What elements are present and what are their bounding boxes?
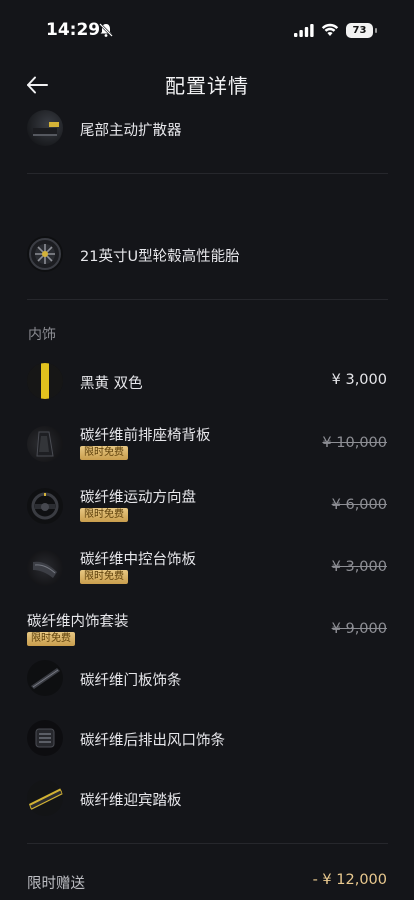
item-label: 21英寸U型轮毂高性能胎 bbox=[80, 249, 240, 265]
list-item-carbon-door-trim[interactable]: 碳纤维门板饰条 bbox=[0, 654, 414, 704]
list-item-carbon-seat-back[interactable]: 碳纤维前排座椅背板 限时免费 ¥ 10,000 bbox=[0, 420, 414, 470]
item-label: 碳纤维后排出风口饰条 bbox=[80, 733, 225, 749]
package-label: 碳纤维内饰套装 bbox=[27, 614, 129, 630]
config-details-page: 14:29 73 配置详情 尾部主动扩散器 21英寸U型轮毂高性能胎 内饰 黑黄… bbox=[0, 0, 414, 900]
section-title-interior: 内饰 bbox=[28, 327, 56, 343]
divider bbox=[27, 843, 388, 844]
package-carbon-interior[interactable]: 碳纤维内饰套装 限时免费 ¥ 9,000 bbox=[0, 606, 414, 656]
steering-wheel-thumbnail bbox=[27, 488, 63, 524]
list-item-rear-diffuser[interactable]: 尾部主动扩散器 bbox=[0, 104, 414, 154]
page-title: 配置详情 bbox=[165, 74, 249, 98]
divider bbox=[27, 299, 388, 300]
limited-free-badge: 限时免费 bbox=[80, 570, 128, 584]
rear-diffuser-thumbnail bbox=[27, 110, 63, 146]
cellular-signal-icon bbox=[294, 24, 314, 37]
status-time: 14:29 bbox=[46, 20, 101, 40]
package-original-price: ¥ 9,000 bbox=[331, 621, 387, 637]
item-label: 碳纤维中控台饰板 bbox=[80, 552, 196, 568]
limited-gift-label: 限时赠送 bbox=[27, 876, 85, 892]
battery-icon: 73 bbox=[346, 23, 373, 38]
rear-vent-thumbnail bbox=[27, 720, 63, 756]
item-label: 黑黄 双色 bbox=[80, 376, 143, 392]
list-item-carbon-steering-wheel[interactable]: 碳纤维运动方向盘 限时免费 ¥ 6,000 bbox=[0, 482, 414, 532]
item-label: 碳纤维前排座椅背板 bbox=[80, 428, 211, 444]
console-trim-thumbnail bbox=[27, 550, 63, 586]
list-item-carbon-console-trim[interactable]: 碳纤维中控台饰板 限时免费 ¥ 3,000 bbox=[0, 544, 414, 594]
item-original-price: ¥ 3,000 bbox=[331, 559, 387, 575]
limited-free-badge: 限时免费 bbox=[27, 632, 75, 646]
limited-gift-value: - ¥ 12,000 bbox=[312, 872, 387, 888]
list-item-black-yellow[interactable]: 黑黄 双色 ¥ 3,000 bbox=[0, 357, 414, 407]
wheel-thumbnail bbox=[27, 236, 63, 272]
item-original-price: ¥ 10,000 bbox=[322, 435, 387, 451]
door-trim-thumbnail bbox=[27, 660, 63, 696]
divider bbox=[27, 173, 388, 174]
item-label: 碳纤维运动方向盘 bbox=[80, 490, 196, 506]
limited-free-badge: 限时免费 bbox=[80, 446, 128, 460]
limited-free-badge: 限时免费 bbox=[80, 508, 128, 522]
door-sill-thumbnail bbox=[27, 780, 63, 816]
bell-muted-icon bbox=[99, 23, 113, 37]
item-original-price: ¥ 6,000 bbox=[331, 497, 387, 513]
item-label: 碳纤维门板饰条 bbox=[80, 673, 182, 689]
seat-back-thumbnail bbox=[27, 426, 63, 462]
item-label: 尾部主动扩散器 bbox=[80, 123, 182, 139]
wifi-icon bbox=[321, 23, 339, 36]
list-item-carbon-door-sill[interactable]: 碳纤维迎宾踏板 bbox=[0, 774, 414, 824]
status-bar: 14:29 73 bbox=[0, 0, 414, 60]
battery-cap bbox=[375, 28, 377, 33]
list-item-21inch-wheels[interactable]: 21英寸U型轮毂高性能胎 bbox=[0, 230, 414, 280]
item-label: 碳纤维迎宾踏板 bbox=[80, 793, 182, 809]
list-item-carbon-rear-vent-trim[interactable]: 碳纤维后排出风口饰条 bbox=[0, 714, 414, 764]
color-swatch-thumbnail bbox=[27, 363, 63, 399]
item-price: ¥ 3,000 bbox=[331, 372, 387, 388]
